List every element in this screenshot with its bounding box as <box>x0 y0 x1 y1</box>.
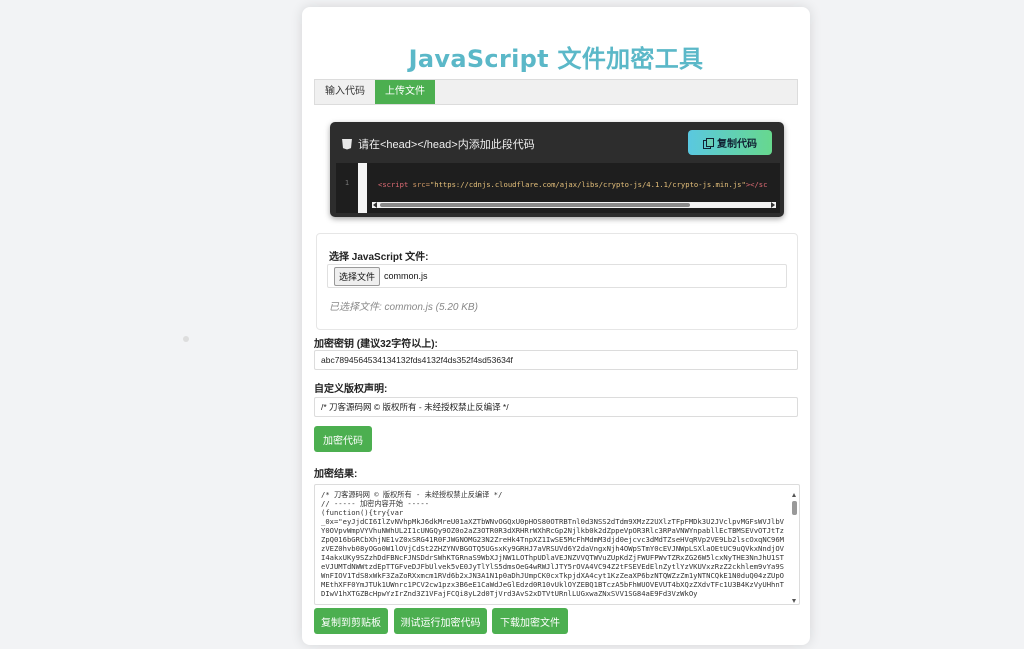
file-input[interactable]: 选择文件 common.js <box>327 264 787 288</box>
code-horizontal-scrollbar[interactable] <box>372 202 776 208</box>
file-select-panel: 选择 JavaScript 文件: 选择文件 common.js 已选择文件: … <box>316 233 798 330</box>
copy-icon <box>703 137 714 149</box>
code-open-tag: <script <box>378 180 409 189</box>
tab-bar: 输入代码 上传文件 <box>314 79 798 105</box>
key-input[interactable]: abc789456453413413​2fds4132f4ds352f4sd53… <box>314 350 798 370</box>
scroll-left-arrow-icon[interactable] <box>373 202 377 208</box>
tab-input-code[interactable]: 输入代码 <box>315 80 375 104</box>
key-label: 加密密钥 (建议32字符以上): <box>314 339 438 350</box>
scroll-up-arrow-icon[interactable] <box>792 493 796 497</box>
tab-upload-file[interactable]: 上传文件 <box>375 80 435 104</box>
encryption-tool-card: JavaScript 文件加密工具 输入代码 上传文件 请在<head></he… <box>302 7 810 645</box>
code-line: <script src="https://cdnjs.cloudflare.co… <box>378 180 767 189</box>
result-scrollbar-thumb[interactable] <box>792 501 797 515</box>
cdn-code-panel: 请在<head></head>内添加此段代码 复制代码 1 <script sr… <box>330 122 784 217</box>
result-text: /* 刀客源码网 © 版权所有 - 未经授权禁止反编译 */ // ----- … <box>321 490 785 598</box>
download-button[interactable]: 下载加密文件 <box>492 608 568 634</box>
copyright-label: 自定义版权声明: <box>314 384 388 395</box>
code-snippet-box[interactable]: 1 <script src="https://cdnjs.cloudflare.… <box>336 163 780 213</box>
result-label: 加密结果: <box>314 469 358 480</box>
scroll-down-arrow-icon[interactable] <box>792 599 796 603</box>
code-value: "https://cdnjs.cloudflare.com/ajax/libs/… <box>429 180 746 189</box>
code-panel-heading: 请在<head></head>内添加此段代码 <box>358 139 535 151</box>
file-select-label: 选择 JavaScript 文件: <box>329 252 429 263</box>
copy-code-label: 复制代码 <box>717 139 757 150</box>
code-close: ></sc <box>745 180 768 189</box>
copy-to-clipboard-button[interactable]: 复制到剪贴板 <box>314 608 388 634</box>
mouse-cursor-icon <box>183 336 189 342</box>
selected-file-info: 已选择文件: common.js (5.20 KB) <box>329 302 478 313</box>
chosen-file-name: common.js <box>384 271 428 281</box>
test-run-button[interactable]: 测试运行加密代码 <box>394 608 487 634</box>
code-gutter <box>358 163 367 213</box>
line-number: 1 <box>344 179 350 187</box>
code-attr: src= <box>412 180 430 189</box>
copy-code-button[interactable]: 复制代码 <box>688 130 772 155</box>
scrollbar-thumb[interactable] <box>380 203 690 207</box>
encrypt-button[interactable]: 加密代码 <box>314 426 372 452</box>
code-panel-header: 请在<head></head>内添加此段代码 <box>342 136 535 152</box>
html5-icon <box>342 138 352 150</box>
page-title: JavaScript 文件加密工具 <box>408 45 704 73</box>
result-textarea[interactable]: /* 刀客源码网 © 版权所有 - 未经授权禁止反编译 */ // ----- … <box>314 484 800 605</box>
copyright-input[interactable]: /* 刀客源码网 © 版权所有 - 未经授权禁止反编译 */ <box>314 397 798 417</box>
scroll-right-arrow-icon[interactable] <box>771 202 775 208</box>
result-vertical-scrollbar[interactable] <box>792 493 797 603</box>
choose-file-button[interactable]: 选择文件 <box>334 266 381 286</box>
